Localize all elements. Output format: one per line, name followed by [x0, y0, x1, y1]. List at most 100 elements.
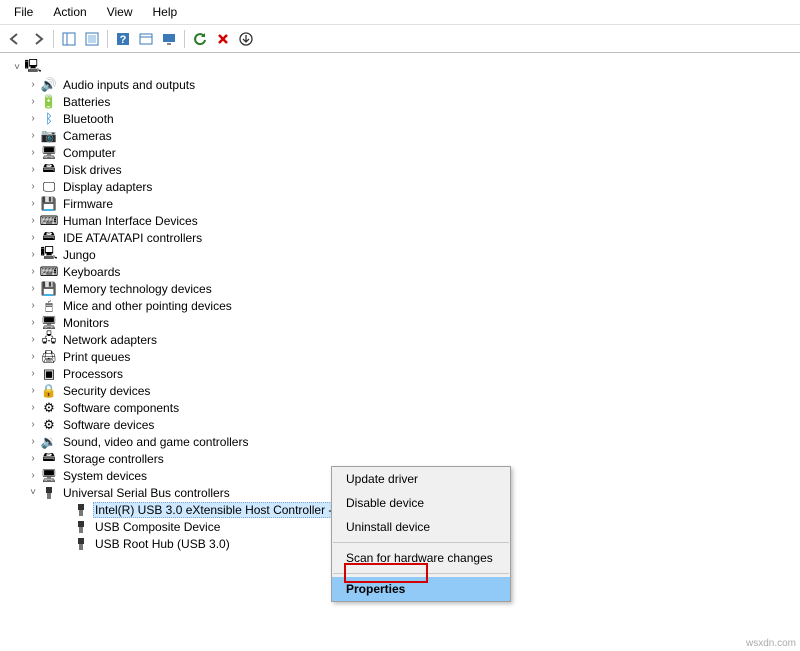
category-icon: 📷: [41, 128, 57, 144]
tree-category[interactable]: ›⌨Keyboards: [10, 263, 796, 280]
tree-category[interactable]: ›ᛒ Bluetooth: [10, 110, 796, 127]
tree-category[interactable]: ›🔒Security devices: [10, 382, 796, 399]
tree-category[interactable]: ›🖴Storage controllers: [10, 450, 796, 467]
refresh-icon[interactable]: [189, 28, 211, 50]
back-icon[interactable]: [4, 28, 26, 50]
expand-icon[interactable]: ›: [26, 384, 40, 398]
tree-label: Intel(R) USB 3.0 eXtensible Host Control…: [93, 502, 372, 518]
expand-icon[interactable]: ›: [26, 95, 40, 109]
expand-icon[interactable]: ›: [26, 435, 40, 449]
delete-icon[interactable]: [212, 28, 234, 50]
tree-category[interactable]: ›⚙Software devices: [10, 416, 796, 433]
expand-icon[interactable]: ›: [26, 469, 40, 483]
tree-category[interactable]: ›⌨Human Interface Devices: [10, 212, 796, 229]
tree-category[interactable]: ›🖱 Mice and other pointing devices: [10, 297, 796, 314]
expand-icon[interactable]: ›: [26, 214, 40, 228]
toolbar-btn-2[interactable]: [81, 28, 103, 50]
ctx-uninstall-device[interactable]: Uninstall device: [332, 515, 510, 539]
category-icon: 🖴: [41, 451, 57, 467]
expand-icon[interactable]: ›: [26, 146, 40, 160]
expand-icon[interactable]: ›: [26, 197, 40, 211]
ctx-scan-hardware[interactable]: Scan for hardware changes: [332, 546, 510, 570]
tree-category[interactable]: ›▣Processors: [10, 365, 796, 382]
category-icon: 🖨: [41, 349, 57, 365]
category-icon: ⚙: [41, 400, 57, 416]
category-icon: 🔒: [41, 383, 57, 399]
menu-file[interactable]: File: [4, 2, 43, 22]
expand-icon[interactable]: ›: [26, 180, 40, 194]
expand-icon[interactable]: ›: [26, 316, 40, 330]
expand-icon[interactable]: ›: [26, 299, 40, 313]
tree-category[interactable]: ›⚙ Software components: [10, 399, 796, 416]
menu-view[interactable]: View: [97, 2, 143, 22]
category-icon: 🖧: [41, 332, 57, 348]
expand-icon[interactable]: ›: [26, 231, 40, 245]
expand-icon[interactable]: ›: [26, 129, 40, 143]
usb-icon: [41, 485, 57, 501]
expand-icon[interactable]: ›: [26, 333, 40, 347]
tree-label: Software devices: [61, 418, 156, 432]
tree-category[interactable]: ›🖧 Network adapters: [10, 331, 796, 348]
tree-category[interactable]: ›🖥Monitors: [10, 314, 796, 331]
expand-icon[interactable]: ›: [26, 401, 40, 415]
category-icon: 🖵: [41, 179, 57, 195]
expand-icon[interactable]: ›: [26, 248, 40, 262]
tree-category[interactable]: ›🖨Print queues: [10, 348, 796, 365]
tree-category[interactable]: ›💾Memory technology devices: [10, 280, 796, 297]
menu-action[interactable]: Action: [43, 2, 96, 22]
show-hide-tree-icon[interactable]: [58, 28, 80, 50]
tree-label: Mice and other pointing devices: [61, 299, 234, 313]
toolbar-btn-4[interactable]: [135, 28, 157, 50]
tree-category[interactable]: ›💾Firmware: [10, 195, 796, 212]
category-icon: 🖱: [41, 298, 57, 314]
ctx-update-driver[interactable]: Update driver: [332, 467, 510, 491]
tree-label: Memory technology devices: [61, 282, 214, 296]
tree-category[interactable]: ›🖵Display adapters: [10, 178, 796, 195]
menu-help[interactable]: Help: [143, 2, 188, 22]
usb-icon: [73, 502, 89, 518]
help-icon[interactable]: ?: [112, 28, 134, 50]
tree-category[interactable]: ›🖳Jungo: [10, 246, 796, 263]
expand-icon[interactable]: ›: [26, 282, 40, 296]
ctx-properties[interactable]: Properties: [332, 577, 510, 601]
category-icon: ᛒ: [41, 111, 57, 127]
expand-icon[interactable]: ›: [26, 350, 40, 364]
tree-category[interactable]: ›🖥Computer: [10, 144, 796, 161]
tree-label: Batteries: [61, 95, 112, 109]
tree-category[interactable]: ›🔉Sound, video and game controllers: [10, 433, 796, 450]
expand-icon[interactable]: ›: [26, 367, 40, 381]
expand-icon[interactable]: ›: [26, 418, 40, 432]
usb-icon: [73, 536, 89, 552]
tree-category[interactable]: ›🔋Batteries: [10, 93, 796, 110]
tree-root[interactable]: ˅ 🖳: [10, 59, 796, 76]
tree-label: System devices: [61, 469, 149, 483]
tree-category[interactable]: ›📷Cameras: [10, 127, 796, 144]
tree-label: Firmware: [61, 197, 115, 211]
category-icon: 🔊: [41, 77, 57, 93]
expand-icon[interactable]: ›: [26, 112, 40, 126]
download-icon[interactable]: [235, 28, 257, 50]
tree-label: Sound, video and game controllers: [61, 435, 250, 449]
expand-icon[interactable]: ›: [26, 163, 40, 177]
tree-category[interactable]: ›🔊 Audio inputs and outputs: [10, 76, 796, 93]
collapse-icon[interactable]: ˅: [26, 486, 40, 500]
expand-icon[interactable]: ›: [26, 452, 40, 466]
forward-icon[interactable]: [27, 28, 49, 50]
tree-label: Bluetooth: [61, 112, 116, 126]
tree-label: Audio inputs and outputs: [61, 78, 197, 92]
expand-icon[interactable]: ›: [26, 265, 40, 279]
svg-text:?: ?: [120, 34, 127, 46]
tree-label: Jungo: [61, 248, 98, 262]
category-icon: 🖥: [41, 468, 57, 484]
ctx-disable-device[interactable]: Disable device: [332, 491, 510, 515]
category-icon: 🖴: [41, 162, 57, 178]
tree-category[interactable]: ›🖴Disk drives: [10, 161, 796, 178]
ctx-separator: [333, 542, 509, 543]
tree-category[interactable]: ›🖴IDE ATA/ATAPI controllers: [10, 229, 796, 246]
expand-icon[interactable]: ›: [26, 78, 40, 92]
tree-label: Software components: [61, 401, 181, 415]
tree-label: IDE ATA/ATAPI controllers: [61, 231, 204, 245]
monitor-icon[interactable]: [158, 28, 180, 50]
tree-label: Network adapters: [61, 333, 159, 347]
expand-icon[interactable]: ˅: [10, 61, 24, 75]
